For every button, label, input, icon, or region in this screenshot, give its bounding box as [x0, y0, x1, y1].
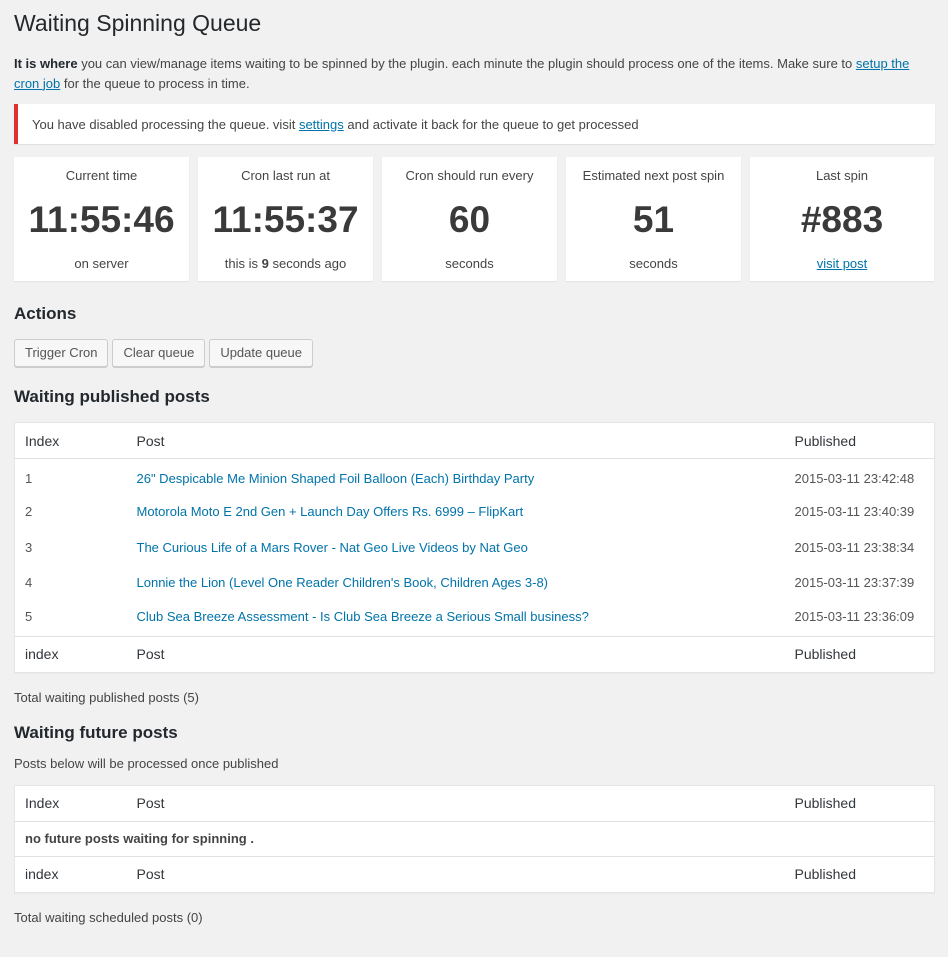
table-header-row: Index Post Published [14, 785, 935, 822]
column-footer-post: Post [126, 635, 785, 672]
stat-sub-after: seconds ago [268, 256, 347, 271]
row-index: 1 [25, 470, 33, 486]
row-post-cell: The Curious Life of a Mars Rover - Nat G… [127, 530, 785, 566]
row-published: 2015-03-11 23:40:39 [794, 504, 915, 520]
column-footer-published: Published [784, 635, 935, 672]
stat-label: Current time [65, 168, 138, 183]
row-post-cell: Motorola Moto E 2nd Gen + Launch Day Off… [127, 494, 785, 530]
stat-current-time: Current time 11:55:46 on server [14, 157, 189, 281]
notice-text-after: and activate it back for the queue to ge… [347, 116, 639, 132]
clear-queue-button[interactable]: Clear queue [112, 339, 206, 367]
published-posts-table: Index Post Published 1 26" Despicable Me… [14, 422, 935, 673]
published-section-title: Waiting published posts [14, 387, 210, 406]
stat-sub: seconds [629, 256, 678, 271]
row-published: 2015-03-11 23:42:48 [794, 470, 915, 486]
stat-value: 11:55:46 [28, 199, 175, 240]
column-header-post: Post [126, 785, 785, 822]
intro-body: you can view/manage items waiting to be … [77, 56, 856, 71]
stat-value: #883 [800, 199, 884, 240]
stats-row: Current time 11:55:46 on server Cron las… [14, 157, 935, 281]
column-header-published: Published [784, 785, 935, 822]
row-index: 3 [25, 539, 33, 555]
table-footer-row: index Post Published [14, 855, 935, 892]
update-queue-button[interactable]: Update queue [209, 339, 313, 367]
post-link[interactable]: 26" Despicable Me Minion Shaped Foil Bal… [137, 471, 535, 486]
visit-post-link[interactable]: visit post [817, 256, 868, 271]
future-description: Posts below will be processed once publi… [14, 755, 279, 771]
future-posts-table: Index Post Published no future posts wai… [14, 784, 935, 893]
intro-text: It is where you can view/manage items wa… [14, 54, 935, 93]
row-post-cell: Club Sea Breeze Assessment - Is Club Sea… [127, 601, 785, 637]
published-total: Total waiting published posts (5) [14, 689, 199, 705]
column-footer-published: Published [784, 855, 935, 892]
stat-label: Cron last run at [241, 168, 330, 183]
future-section-title: Waiting future posts [14, 722, 178, 742]
stat-cron-last-run: Cron last run at 11:55:37 this is 9 seco… [198, 157, 373, 281]
stat-sub: on server [74, 256, 129, 271]
column-header-published: Published [784, 422, 935, 459]
row-index: 5 [25, 609, 33, 624]
stat-label: Estimated next post spin [582, 168, 725, 183]
table-footer-row: index Post Published [14, 635, 935, 672]
table-row: 3 The Curious Life of a Mars Rover - Nat… [15, 530, 935, 566]
stat-value: 11:55:37 [212, 199, 359, 240]
row-index: 4 [25, 575, 33, 591]
seconds-ago-count: 9 [261, 256, 269, 271]
column-footer-post: Post [126, 855, 785, 892]
post-link[interactable]: Club Sea Breeze Assessment - Is Club Sea… [137, 609, 589, 624]
page: Waiting Spinning Queue It is where you c… [0, 0, 948, 925]
intro-bold: It is where [14, 56, 78, 71]
actions-toolbar: Trigger Cron Clear queue Update queue [14, 339, 935, 367]
stat-next-spin: Estimated next post spin 51 seconds [566, 157, 741, 281]
row-published: 2015-03-11 23:37:39 [794, 575, 915, 591]
trigger-cron-button[interactable]: Trigger Cron [14, 339, 109, 367]
row-index: 2 [25, 504, 33, 520]
post-link[interactable]: Motorola Moto E 2nd Gen + Launch Day Off… [137, 504, 524, 519]
stat-cron-interval: Cron should run every 60 seconds [382, 157, 557, 281]
table-row: 5 Club Sea Breeze Assessment - Is Club S… [15, 601, 935, 637]
table-header-row: Index Post Published [14, 422, 935, 459]
intro-tail: for the queue to process in time. [60, 75, 250, 91]
empty-message: no future posts waiting for spinning . [25, 831, 254, 846]
post-link[interactable]: The Curious Life of a Mars Rover - Nat G… [137, 540, 528, 555]
row-post-cell: 26" Despicable Me Minion Shaped Foil Bal… [127, 459, 785, 495]
post-link[interactable]: Lonnie the Lion (Level One Reader Childr… [137, 575, 549, 590]
column-footer-index: index [14, 855, 127, 892]
table-row: 4 Lonnie the Lion (Level One Reader Chil… [15, 565, 935, 601]
row-published: 2015-03-11 23:38:34 [794, 539, 915, 555]
page-title: Waiting Spinning Queue [14, 10, 262, 36]
actions-title: Actions [14, 304, 77, 323]
column-header-post: Post [126, 422, 785, 459]
table-row: 1 26" Despicable Me Minion Shaped Foil B… [15, 459, 935, 495]
stat-sub-before: this is [224, 256, 262, 271]
table-row: 2 Motorola Moto E 2nd Gen + Launch Day O… [15, 494, 935, 530]
stat-sub: seconds [445, 256, 494, 271]
stat-sub: visit post [750, 256, 934, 271]
stat-value: 51 [632, 199, 675, 240]
stat-label: Cron should run every [405, 168, 534, 183]
stat-sub: this is 9 seconds ago [198, 256, 373, 271]
column-header-index: Index [14, 785, 127, 822]
column-header-index: Index [14, 422, 127, 459]
stat-value: 60 [448, 199, 491, 240]
settings-link[interactable]: settings [299, 117, 344, 132]
column-footer-index: index [14, 635, 127, 672]
empty-row: no future posts waiting for spinning . [15, 821, 935, 856]
disabled-queue-notice: You have disabled processing the queue. … [14, 104, 935, 144]
row-post-cell: Lonnie the Lion (Level One Reader Childr… [127, 565, 785, 601]
future-total: Total waiting scheduled posts (0) [14, 909, 203, 925]
stat-label: Last spin [815, 168, 869, 183]
stat-last-spin: Last spin #883 visit post [750, 157, 934, 281]
notice-text-before: You have disabled processing the queue. … [32, 116, 296, 132]
row-published: 2015-03-11 23:36:09 [794, 609, 915, 624]
